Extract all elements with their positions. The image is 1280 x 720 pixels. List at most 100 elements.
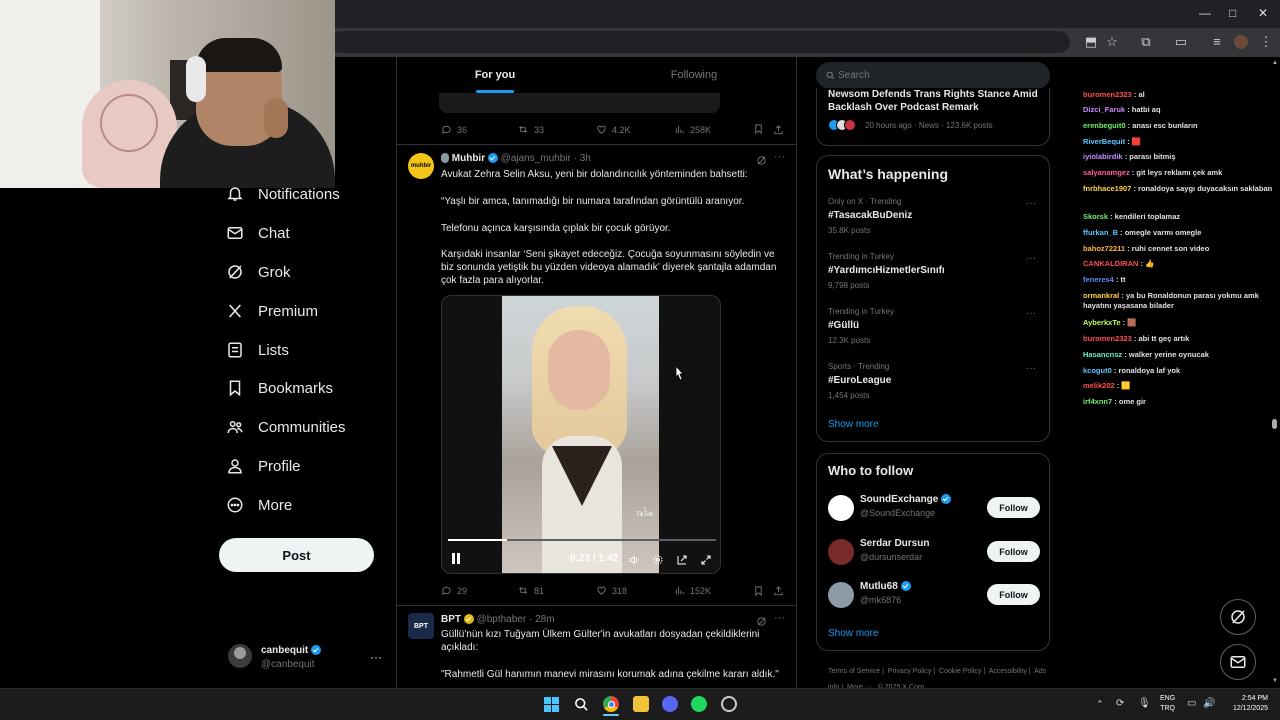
settings-icon[interactable] — [652, 553, 664, 571]
language-indicator[interactable]: ENG TRQ — [1160, 694, 1175, 714]
tab-for-you[interactable]: For you — [397, 57, 593, 93]
fullscreen-icon[interactable] — [700, 553, 712, 571]
minimize-button[interactable]: — — [1199, 6, 1211, 20]
more-options-icon[interactable]: ··· — [774, 151, 785, 163]
show-more-link[interactable]: Show more — [828, 419, 879, 430]
video-progress-track[interactable] — [448, 539, 716, 541]
grok-float-button[interactable] — [1220, 599, 1256, 635]
nav-premium[interactable]: Premium — [226, 292, 318, 330]
more-options-icon[interactable]: ··· — [1026, 308, 1036, 319]
chrome-menu-icon[interactable]: ⋮ — [1258, 34, 1274, 50]
spotify-icon[interactable] — [691, 696, 707, 712]
tweet-time[interactable]: · 28m — [529, 614, 555, 625]
bookmark-icon[interactable] — [753, 123, 764, 138]
more-options-icon[interactable]: ··· — [1026, 253, 1036, 264]
video-player[interactable]: ♪ TikTok 0:23 / 1:42 — [441, 295, 721, 574]
footer-link[interactable]: Terms of Service — [828, 668, 880, 675]
tweet-time[interactable]: · 3h — [574, 153, 591, 164]
trend-item[interactable]: Trending in Turkey #YardımcıHizmetlerSın… — [817, 250, 1049, 300]
pause-icon[interactable] — [452, 553, 460, 564]
follow-button[interactable]: Follow — [987, 584, 1040, 605]
nav-more[interactable]: More — [226, 486, 292, 524]
windows-start-icon[interactable] — [544, 697, 559, 712]
microphone-icon[interactable]: 🎙 — [1138, 698, 1151, 709]
more-options-icon[interactable]: ··· — [1026, 363, 1036, 374]
author-handle[interactable]: @ajans_muhbir — [501, 153, 571, 164]
nav-lists[interactable]: Lists — [226, 331, 289, 369]
like-button[interactable]: 4.2K — [596, 124, 631, 135]
account-more-icon[interactable]: ··· — [370, 650, 382, 664]
follow-suggestion[interactable]: SoundExchange @SoundExchange Follow — [817, 492, 1049, 532]
follow-button[interactable]: Follow — [987, 541, 1040, 562]
network-icon[interactable]: ▭ — [1187, 698, 1196, 709]
search-input[interactable]: Search — [816, 62, 1050, 89]
trend-item[interactable]: Sports · Trending #EuroLeague 1,454 post… — [817, 360, 1049, 410]
file-explorer-icon[interactable] — [633, 696, 649, 712]
trend-item[interactable]: Trending in Turkey #Güllü 12.3K posts ··… — [817, 305, 1049, 355]
scroll-down-icon[interactable]: ▼ — [1272, 678, 1278, 684]
footer-link[interactable]: Accessibility — [989, 668, 1027, 675]
footer-link[interactable]: Privacy Policy — [888, 668, 932, 675]
section-title: Who to follow — [828, 463, 914, 478]
address-bar[interactable] — [330, 31, 1070, 53]
nav-communities[interactable]: Communities — [226, 408, 346, 446]
chrome-app-icon[interactable] — [603, 696, 619, 712]
volume-icon[interactable] — [628, 553, 640, 571]
messages-float-button[interactable] — [1220, 644, 1256, 680]
account-avatar[interactable] — [228, 644, 252, 668]
tab-following[interactable]: Following — [594, 57, 794, 93]
previous-media[interactable] — [439, 93, 720, 113]
media-control-icon[interactable]: ≡ — [1209, 34, 1225, 49]
bookmark-icon[interactable] — [753, 584, 764, 602]
author-avatar[interactable]: muhbir — [408, 153, 434, 179]
account-switcher[interactable]: canbequit — [261, 645, 322, 656]
views-button[interactable]: 152K — [674, 585, 711, 596]
news-card[interactable]: Newsom Defends Trans Rights Stance Amid … — [816, 88, 1050, 146]
chat-username: buromen2323 — [1083, 334, 1132, 343]
like-button[interactable]: 318 — [596, 585, 627, 596]
maximize-button[interactable]: □ — [1229, 6, 1236, 20]
views-button[interactable]: 258K — [674, 124, 711, 135]
chevron-up-icon[interactable]: ⌃ — [1096, 699, 1104, 710]
bookmark-star-icon[interactable]: ☆ — [1104, 34, 1120, 50]
post-button[interactable]: Post — [219, 538, 374, 572]
profile-avatar[interactable] — [1234, 35, 1248, 49]
pip-icon[interactable] — [676, 553, 688, 571]
scroll-up-icon[interactable]: ▲ — [1272, 60, 1278, 66]
app-icon[interactable] — [721, 696, 737, 712]
install-app-icon[interactable]: ⬒ — [1083, 34, 1099, 50]
nav-chat[interactable]: Chat — [226, 214, 290, 252]
trend-item[interactable]: Only on X · Trending #TasacakBuDeniz 35.… — [817, 195, 1049, 245]
nav-bookmarks[interactable]: Bookmarks — [226, 369, 333, 407]
author-name[interactable]: BPT — [441, 614, 461, 625]
scrollbar-thumb[interactable] — [1272, 419, 1277, 429]
chat-message: buromen2323 : al — [1083, 90, 1273, 100]
nav-grok[interactable]: Grok — [226, 253, 291, 291]
sync-icon[interactable]: ⟳ — [1116, 698, 1124, 709]
share-icon[interactable] — [773, 123, 784, 141]
show-more-link[interactable]: Show more — [828, 628, 879, 639]
follow-button[interactable]: Follow — [987, 497, 1040, 518]
more-options-icon[interactable]: ··· — [1026, 198, 1036, 209]
clock[interactable]: 2:54 PM 12/12/2025 — [1224, 694, 1268, 714]
share-icon[interactable] — [773, 584, 784, 602]
reply-button[interactable]: 29 — [441, 585, 467, 596]
follow-suggestion[interactable]: Serdar Dursun @dursunserdar Follow — [817, 536, 1049, 576]
split-view-icon[interactable]: ▭ — [1173, 34, 1189, 50]
nav-notifications[interactable]: Notifications — [226, 175, 340, 213]
discord-icon[interactable] — [662, 696, 678, 712]
close-button[interactable]: ✕ — [1258, 6, 1268, 20]
reply-button[interactable]: 36 — [441, 124, 467, 135]
nav-profile[interactable]: Profile — [226, 447, 301, 485]
volume-icon[interactable]: 🔊 — [1203, 698, 1215, 709]
repost-button[interactable]: 33 — [517, 124, 544, 135]
repost-button[interactable]: 81 — [517, 585, 544, 596]
author-avatar[interactable]: BPT — [408, 613, 434, 639]
more-options-icon[interactable]: ··· — [774, 612, 785, 624]
author-handle[interactable]: @bpthaber — [477, 614, 527, 625]
footer-link[interactable]: Cookie Policy — [939, 668, 981, 675]
follow-suggestion[interactable]: Mutlu68 @mk6876 Follow — [817, 579, 1049, 619]
search-icon[interactable] — [574, 697, 589, 717]
extensions-icon[interactable]: ⧉ — [1138, 34, 1154, 50]
author-name[interactable]: Muhbir — [452, 153, 485, 164]
